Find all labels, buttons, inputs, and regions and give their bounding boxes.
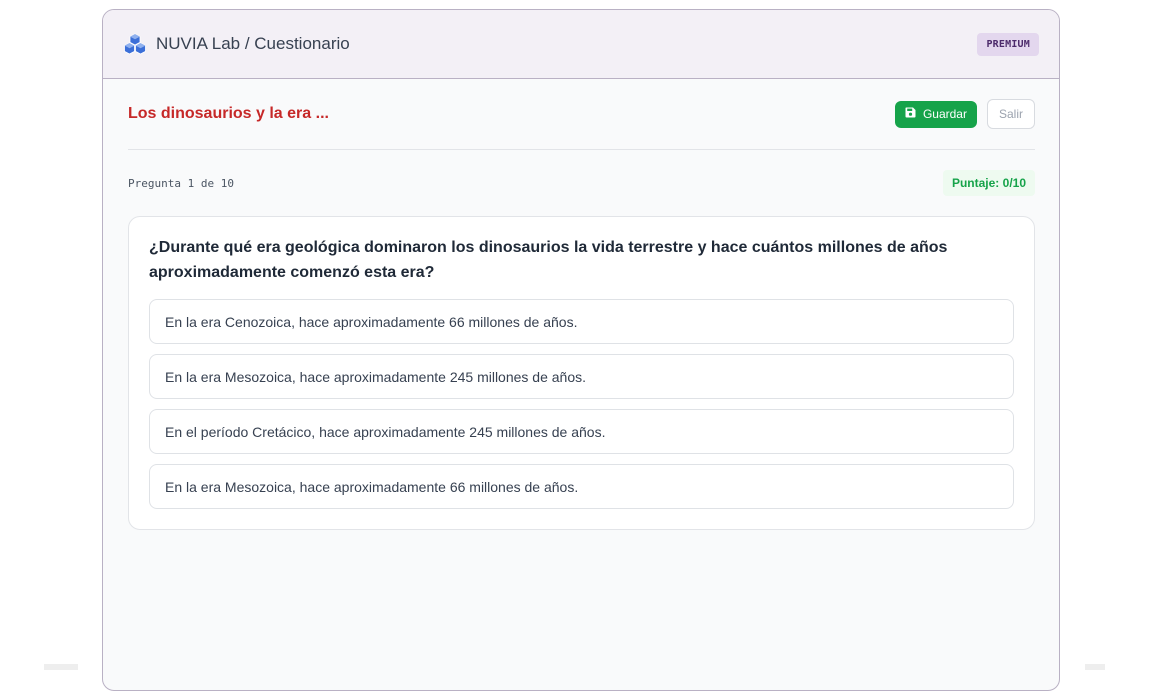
app-header: NUVIA Lab / Cuestionario PREMIUM [103,10,1059,79]
answer-option[interactable]: En la era Mesozoica, hace aproximadament… [149,464,1014,509]
question-text: ¿Durante qué era geológica dominaron los… [149,239,948,281]
right-edge-tab [1085,664,1105,670]
answer-options: En la era Cenozoica, hace aproximadament… [149,299,1014,509]
question-counter: Pregunta 1 de 10 [128,176,234,190]
brand: NUVIA Lab / Cuestionario [123,33,350,55]
answer-option[interactable]: En la era Mesozoica, hace aproximadament… [149,354,1014,399]
exit-button[interactable]: Salir [986,99,1035,129]
answer-option[interactable]: En la era Cenozoica, hace aproximadament… [149,299,1014,344]
app-title: NUVIA Lab / Cuestionario [156,34,350,53]
premium-badge: PREMIUM [977,32,1039,56]
answer-option[interactable]: En el período Cretácico, hace aproximada… [149,409,1014,454]
quiz-title: Los dinosaurios y la era ... [128,105,329,122]
score-badge: Puntaje: 0/10 [942,170,1035,196]
cubes-icon [123,33,147,55]
quiz-body: Los dinosaurios y la era ... Guardar Sal… [103,79,1059,530]
save-button[interactable]: Guardar [894,100,977,128]
toolbar-actions: Guardar Salir [894,99,1035,129]
left-edge-tab [44,664,78,670]
quiz-toolbar: Los dinosaurios y la era ... Guardar Sal… [128,79,1035,150]
floppy-disk-icon [905,107,916,121]
save-button-label: Guardar [922,107,967,121]
progress-row: Pregunta 1 de 10 Puntaje: 0/10 [128,150,1035,216]
quiz-card: NUVIA Lab / Cuestionario PREMIUM Los din… [102,9,1060,691]
question-card: ¿Durante qué era geológica dominaron los… [128,216,1035,530]
